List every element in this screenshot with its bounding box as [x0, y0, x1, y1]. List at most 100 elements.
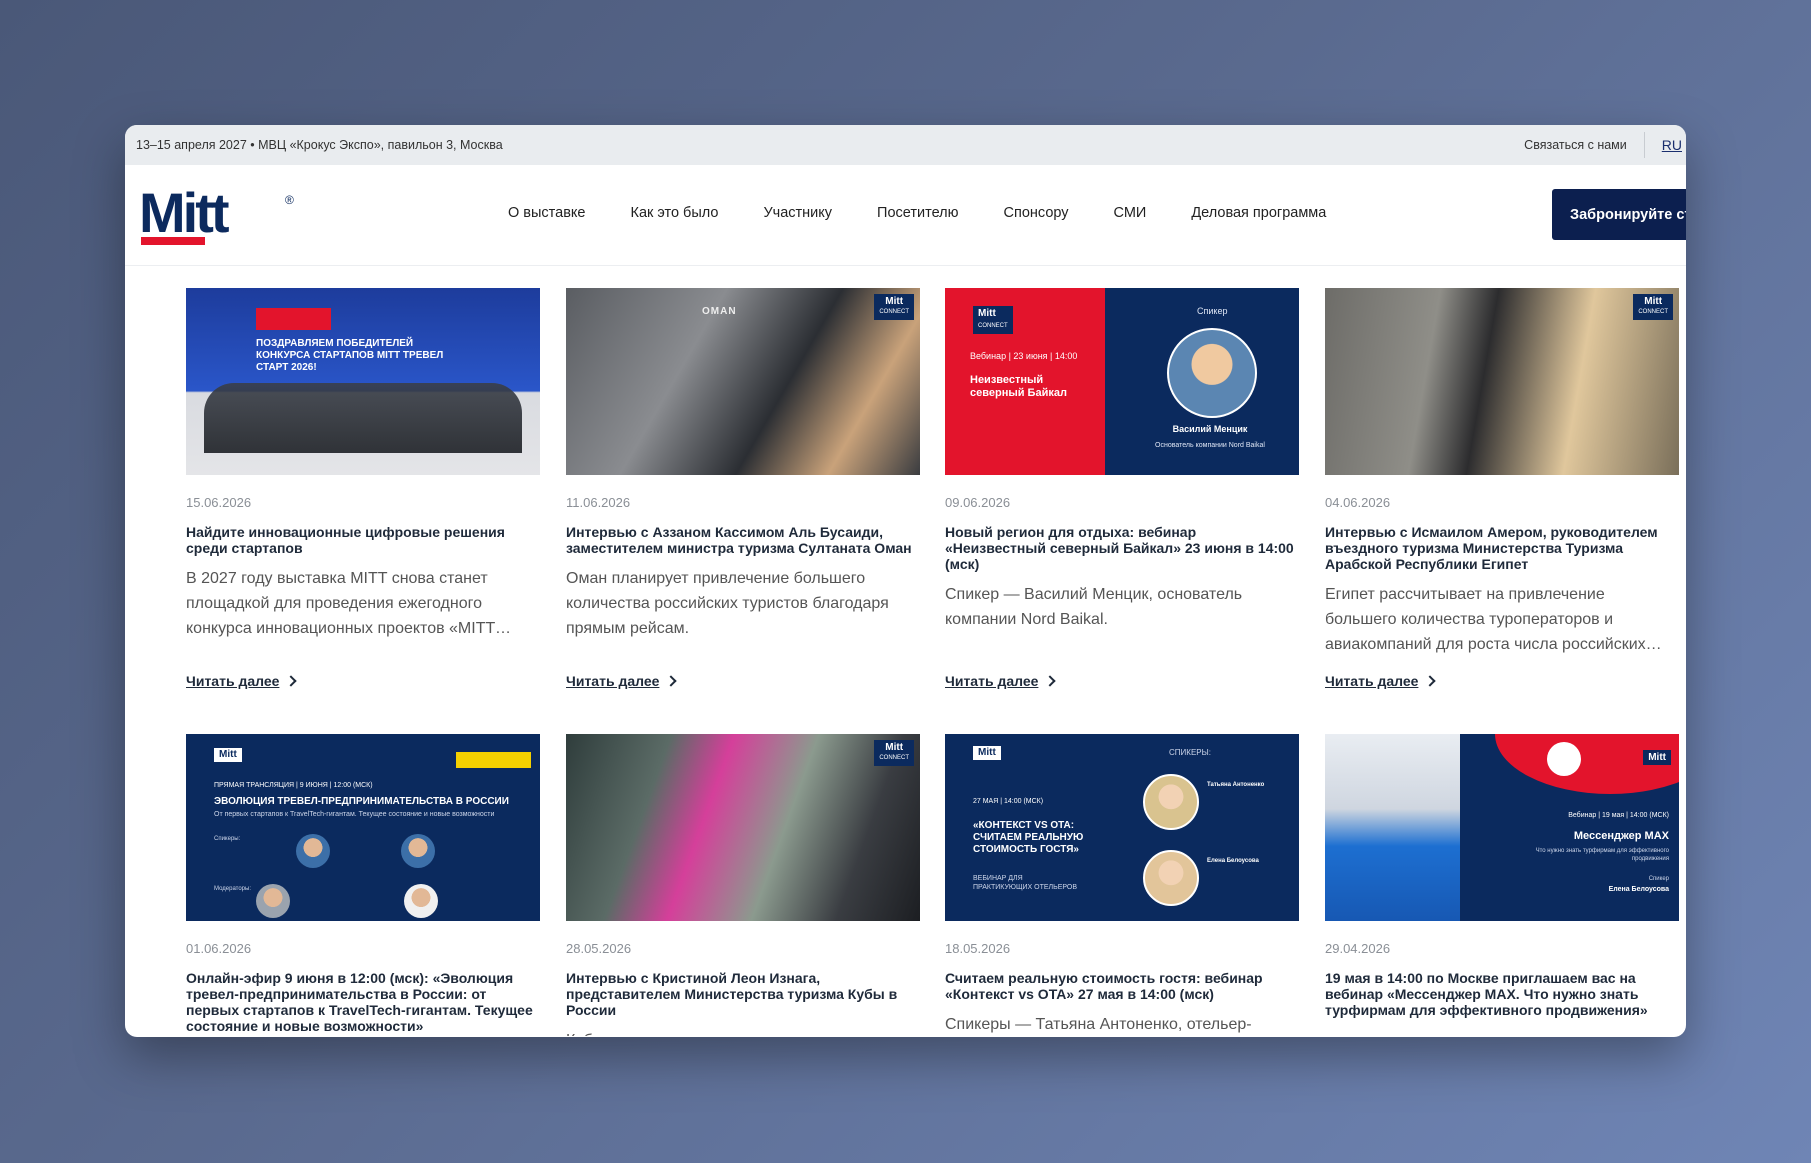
news-title[interactable]: Онлайн-эфир 9 июня в 12:00 (мск): «Эволю…	[186, 970, 540, 1034]
event-info: 13–15 апреля 2027 • МВЦ «Крокус Экспо», …	[136, 138, 503, 152]
speaker-name: Василий Менцик	[1172, 424, 1248, 434]
news-excerpt: Спикеры — Татьяна Антоненко, отельер-	[945, 1016, 1252, 1033]
speaker-label: Спикер	[1197, 306, 1228, 316]
news-card[interactable]: Mitt 27 МАЯ | 14:00 (МСК) «КОНТЕКСТ VS O…	[945, 734, 1299, 1037]
news-date: 29.04.2026	[1325, 941, 1391, 956]
news-title[interactable]: Новый регион для отдыха: вебинар «Неизве…	[945, 524, 1299, 572]
news-card[interactable]: OMAN Mitt CONNECT 11.06.2026 Интервью с А…	[566, 288, 920, 689]
news-thumbnail[interactable]: OMAN Mitt CONNECT	[566, 288, 920, 475]
chevron-right-icon	[665, 675, 678, 687]
read-more-link[interactable]: Читать далее	[566, 673, 678, 689]
logo-badge	[256, 308, 331, 330]
news-card[interactable]: Mitt CONNECT Вебинар | 23 июня | 14:00 Не…	[945, 288, 1299, 689]
moderator-photo	[404, 884, 438, 918]
read-more-label: Читать далее	[566, 673, 660, 689]
speaker-role: Основатель компании Nord Baikal	[1155, 442, 1265, 449]
news-title[interactable]: 19 мая в 14:00 по Москве приглашаем вас …	[1325, 970, 1679, 1018]
news-title[interactable]: Интервью с Аззаном Кассимом Аль Бусаиди,…	[566, 524, 920, 556]
news-excerpt: В 2027 году выставка MITT снова станет п…	[186, 570, 495, 637]
main-nav: О выставке Как это было Участнику Посети…	[508, 205, 1326, 221]
speaker-label: Спикер	[1648, 876, 1669, 882]
news-thumbnail[interactable]: Mitt Вебинар | 19 мая | 14:00 (МСК) Месс…	[1325, 734, 1679, 921]
mitt-connect-badge: Mitt CONNECT	[874, 294, 914, 320]
thumbnail-caption: Неизвестный северный Байкал	[970, 374, 1067, 399]
news-date: 18.05.2026	[945, 941, 1011, 956]
thumbnail-subtitle: От первых стартапов к TravelTech-гиганта…	[214, 811, 495, 818]
news-date: 04.06.2026	[1325, 495, 1391, 510]
news-card[interactable]: Mitt Вебинар | 19 мая | 14:00 (МСК) Месс…	[1325, 734, 1679, 1018]
speaker-name: Татьяна Антоненко	[1207, 782, 1265, 788]
nav-item-history[interactable]: Как это было	[631, 205, 719, 221]
nav-item-exhibitor[interactable]: Участнику	[763, 205, 832, 221]
thumbnail-caption: OMAN	[702, 306, 737, 317]
partner-logo	[1547, 742, 1581, 776]
news-thumbnail[interactable]: Mitt 27 МАЯ | 14:00 (МСК) «КОНТЕКСТ VS O…	[945, 734, 1299, 921]
thumbnail-caption: ПОЗДРАВЛЯЕМ ПОБЕДИТЕЛЕЙ КОНКУРСА СТАРТАП…	[256, 338, 444, 373]
book-stand-button[interactable]: Забронируйте ст	[1552, 189, 1686, 240]
partner-badge	[456, 752, 531, 768]
speaker-photo	[1167, 328, 1257, 418]
news-card[interactable]: Mitt CONNECT 04.06.2026 Интервью с Исмаил…	[1325, 288, 1679, 689]
news-title[interactable]: Интервью с Кристиной Леон Изнага, предст…	[566, 970, 920, 1018]
nav-item-media[interactable]: СМИ	[1114, 205, 1147, 221]
mitt-connect-badge: Mitt	[214, 748, 242, 762]
news-thumbnail[interactable]: Mitt CONNECT	[1325, 288, 1679, 475]
read-more-label: Читать далее	[1325, 673, 1419, 689]
chevron-right-icon	[1044, 675, 1057, 687]
chevron-right-icon	[285, 675, 298, 687]
news-date: 28.05.2026	[566, 941, 632, 956]
nav-item-visitor[interactable]: Посетителю	[877, 205, 958, 221]
logo-red-bar	[141, 237, 205, 245]
news-card[interactable]: ПОЗДРАВЛЯЕМ ПОБЕДИТЕЛЕЙ КОНКУРСА СТАРТАП…	[186, 288, 540, 689]
news-excerpt: Спикер — Василий Менцик, основатель комп…	[945, 586, 1243, 628]
speaker-name: Елена Белоусова	[1608, 886, 1669, 893]
speakers-label: Спикеры:	[214, 836, 241, 842]
news-date: 15.06.2026	[186, 495, 252, 510]
news-thumbnail[interactable]: Mitt CONNECT	[566, 734, 920, 921]
thumbnail-caption: Мессенджер MAX	[1573, 830, 1669, 842]
thumbnail-caption: «КОНТЕКСТ VS OTA: СЧИТАЕМ РЕАЛЬНУЮ СТОИМ…	[973, 820, 1084, 855]
nav-item-business-program[interactable]: Деловая программа	[1191, 205, 1326, 221]
mitt-connect-badge: Mitt CONNECT	[973, 306, 1013, 334]
speaker-name: Елена Белоусова	[1207, 858, 1259, 864]
mitt-connect-badge: Mitt	[1643, 750, 1671, 765]
speaker-photo	[1143, 774, 1199, 830]
thumbnail-date: Вебинар | 23 июня | 14:00	[970, 351, 1078, 361]
news-excerpt: Куба	[566, 1028, 920, 1036]
news-date: 01.06.2026	[186, 941, 252, 956]
language-switch[interactable]: RU	[1645, 137, 1686, 153]
thumbnail-date: 27 МАЯ | 14:00 (МСК)	[973, 798, 1044, 805]
logo-registered-mark: ®	[285, 193, 294, 207]
speaker-photo	[1143, 850, 1199, 906]
browser-window: 13–15 апреля 2027 • МВЦ «Крокус Экспо», …	[125, 125, 1686, 1037]
read-more-link[interactable]: Читать далее	[186, 673, 298, 689]
news-date: 11.06.2026	[566, 495, 631, 510]
news-thumbnail[interactable]: Mitt ПРЯМАЯ ТРАНСЛЯЦИЯ | 9 ИЮНЯ | 12:00 …	[186, 734, 540, 921]
news-card[interactable]: Mitt CONNECT 28.05.2026 Интервью с Кристи…	[566, 734, 920, 1036]
moderator-photo	[256, 884, 290, 918]
news-title[interactable]: Интервью с Исмаилом Амером, руководителе…	[1325, 524, 1679, 572]
mitt-logo[interactable]: Mitt ®	[139, 181, 294, 245]
mitt-connect-badge: Mitt	[973, 746, 1001, 760]
mitt-connect-badge: Mitt CONNECT	[874, 740, 914, 766]
news-thumbnail[interactable]: ПОЗДРАВЛЯЕМ ПОБЕДИТЕЛЕЙ КОНКУРСА СТАРТАП…	[186, 288, 540, 475]
nav-item-sponsor[interactable]: Спонсору	[1004, 205, 1069, 221]
nav-item-about[interactable]: О выставке	[508, 205, 586, 221]
group-photo	[204, 383, 522, 453]
speaker-photo	[296, 834, 330, 868]
moderators-label: Модераторы:	[214, 886, 251, 892]
read-more-label: Читать далее	[186, 673, 280, 689]
news-card[interactable]: Mitt ПРЯМАЯ ТРАНСЛЯЦИЯ | 9 ИЮНЯ | 12:00 …	[186, 734, 540, 1034]
site-header: Mitt ® О выставке Как это было Участнику…	[125, 165, 1686, 266]
news-excerpt: Египет рассчитывает на привлечение больш…	[1325, 586, 1646, 653]
thumbnail-caption: ЭВОЛЮЦИЯ ТРЕВЕЛ-ПРЕДПРИНИМАТЕЛЬСТВА В РО…	[214, 796, 509, 807]
read-more-link[interactable]: Читать далее	[1325, 673, 1437, 689]
thumbnail-date: Вебинар | 19 мая | 14:00 (МСК)	[1568, 812, 1669, 819]
news-thumbnail[interactable]: Mitt CONNECT Вебинар | 23 июня | 14:00 Не…	[945, 288, 1299, 475]
mitt-connect-badge: Mitt CONNECT	[1633, 294, 1673, 320]
read-more-link[interactable]: Читать далее	[945, 673, 1057, 689]
logo-wordmark: Mitt	[139, 181, 229, 244]
contact-link[interactable]: Связаться с нами	[1524, 138, 1644, 152]
news-title[interactable]: Найдите инновационные цифровые решения с…	[186, 524, 540, 556]
news-title[interactable]: Считаем реальную стоимость гостя: вебина…	[945, 970, 1299, 1002]
